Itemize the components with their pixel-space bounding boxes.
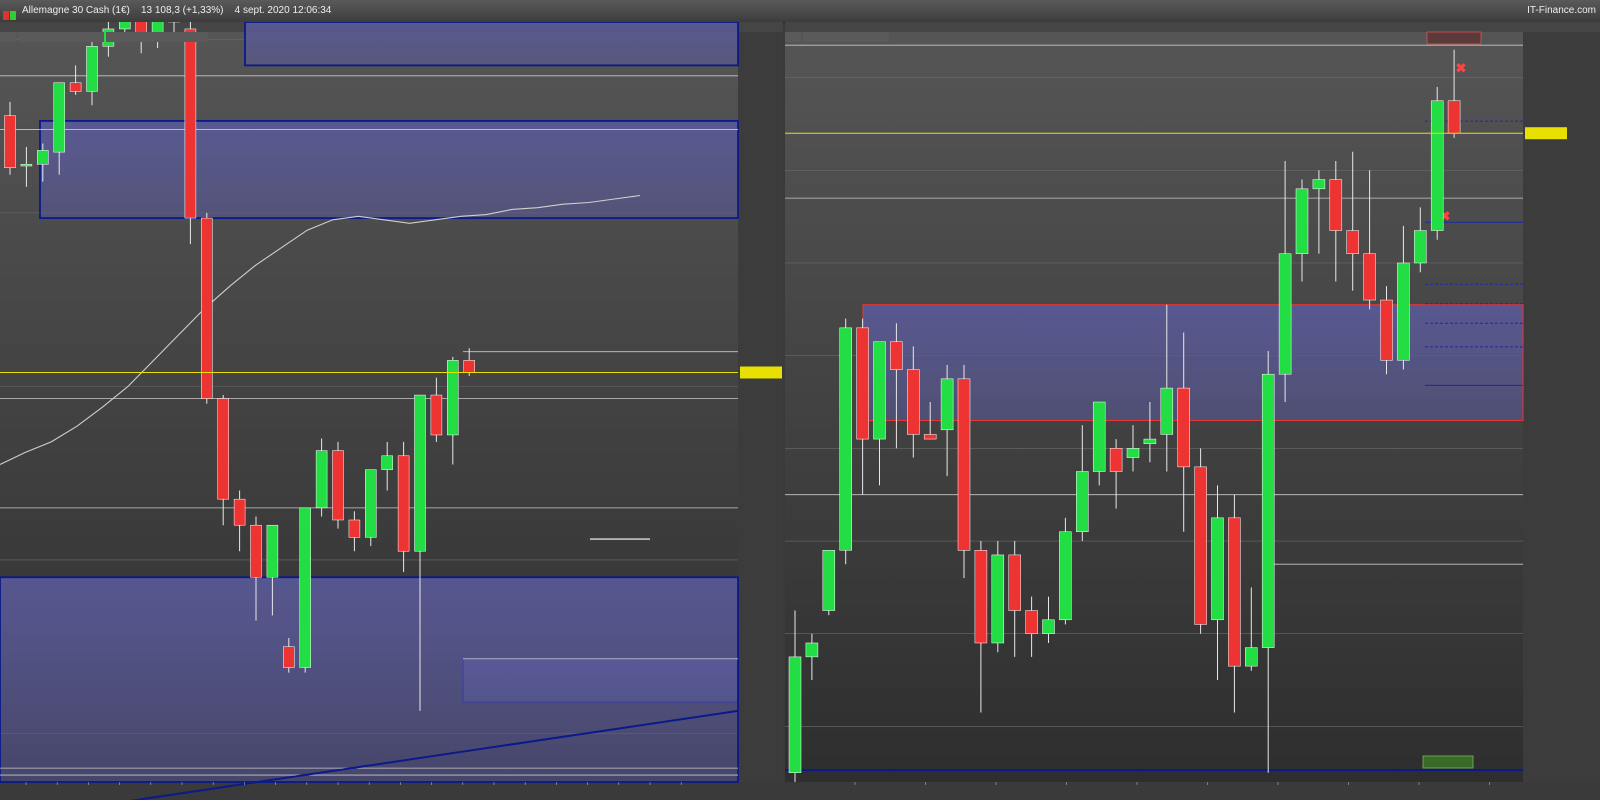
x-axis-panel	[0, 782, 783, 800]
zone-rectangle	[39, 120, 739, 219]
x-axis-panel	[785, 782, 1600, 800]
candle-bullish	[1430, 100, 1444, 231]
candle-bearish	[907, 369, 920, 435]
candle-bearish	[397, 455, 410, 552]
candle-bearish	[184, 28, 197, 219]
candle-bearish	[1447, 100, 1461, 134]
chart-15m[interactable]: ✖✖	[785, 22, 1600, 800]
candle-bullish	[1092, 401, 1106, 472]
candle-bullish	[1414, 230, 1427, 264]
candle-bullish	[1076, 471, 1089, 533]
candle-bullish	[788, 656, 802, 773]
candle-bullish	[53, 82, 65, 153]
candle-bullish	[20, 164, 33, 167]
candle-bullish	[266, 524, 279, 578]
candle-bearish	[1025, 610, 1038, 634]
close-order-icon: ✖	[1456, 60, 1467, 75]
prix-button	[785, 32, 801, 42]
candle-bearish	[332, 450, 344, 521]
candle-bullish	[1397, 262, 1410, 361]
candle-bearish	[1109, 448, 1123, 472]
candle-bullish	[940, 378, 954, 431]
candle-bearish	[974, 550, 988, 644]
candle-bullish	[991, 554, 1005, 644]
candle-bearish	[1194, 466, 1207, 625]
candle-bearish	[430, 394, 443, 436]
candle-bullish	[1042, 619, 1055, 634]
candle-bullish	[822, 550, 836, 611]
orders-badge	[1426, 31, 1482, 45]
zone-rectangle	[244, 22, 739, 67]
candle-bullish	[873, 341, 886, 440]
candle-bearish	[923, 434, 937, 440]
prix-button	[0, 32, 16, 42]
candle-bearish	[283, 646, 295, 668]
candle-bullish	[119, 22, 131, 30]
candle-bullish	[1312, 179, 1326, 190]
timeframe-strip	[785, 22, 1600, 32]
top-bar: Allemagne 30 Cash (1€) 13 108,3 (+1,33%)…	[0, 0, 1600, 23]
candle-bullish	[805, 642, 819, 658]
candle-bearish	[1363, 253, 1376, 301]
candle-bullish	[1211, 517, 1224, 621]
instrument-title: Allemagne 30 Cash (1€) 13 108,3 (+1,33%)…	[22, 5, 332, 16]
ma-button	[106, 32, 208, 42]
candle-bearish	[233, 498, 246, 526]
candle-bullish	[1126, 448, 1140, 458]
candle-bearish	[217, 398, 229, 500]
price-badge	[740, 366, 782, 379]
candle-bullish	[365, 469, 377, 538]
candle-bearish	[1346, 230, 1359, 254]
candle-bearish	[890, 341, 903, 370]
candle-bullish	[1261, 373, 1275, 648]
candle-bullish	[86, 46, 98, 92]
candle-bearish	[1228, 517, 1241, 667]
candle-bearish	[957, 378, 971, 551]
candle-bearish	[4, 115, 16, 169]
candle-bullish	[1059, 531, 1072, 621]
candle-bearish	[1177, 387, 1190, 468]
candle-bullish	[37, 150, 49, 165]
candle-bullish	[447, 360, 459, 436]
orders-button	[18, 32, 104, 42]
candle-bearish	[1380, 299, 1393, 361]
candle-bullish	[1143, 438, 1157, 444]
candle-bearish	[69, 82, 82, 92]
sell-icon[interactable]	[3, 11, 9, 20]
buy-icon[interactable]	[10, 11, 16, 20]
candle-bearish	[348, 519, 361, 538]
candle-bullish	[839, 327, 852, 551]
candle-bullish	[1160, 387, 1174, 435]
candle-bearish	[1008, 554, 1021, 611]
zone-rectangle	[0, 576, 739, 783]
candle-bearish	[201, 217, 213, 399]
candle-bearish	[463, 360, 475, 373]
candle-bullish	[315, 450, 328, 509]
candle-bullish	[414, 394, 426, 552]
chart-1h[interactable]	[0, 22, 783, 800]
candle-bearish	[1329, 179, 1343, 231]
candle-bearish	[856, 327, 869, 440]
candle-bearish	[250, 524, 262, 578]
price-badge	[1525, 127, 1567, 140]
candle-bullish	[1278, 253, 1292, 375]
fib-badge	[1422, 755, 1474, 769]
candle-bullish	[1295, 188, 1309, 254]
brand-label: IT-Finance.com	[1527, 5, 1596, 16]
candle-bullish	[1245, 647, 1258, 667]
y-axis-panel	[738, 22, 783, 782]
orders-button	[803, 32, 889, 42]
candle-bullish	[299, 507, 311, 668]
candle-bullish	[381, 455, 393, 470]
